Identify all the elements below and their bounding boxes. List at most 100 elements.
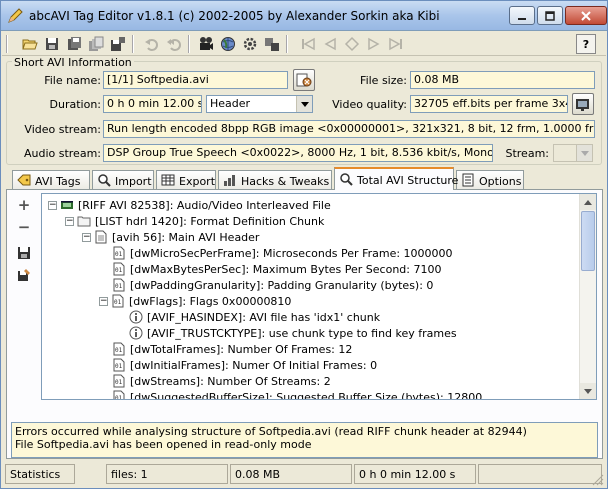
tree-node-label: [AVIF_HASINDEX]: AVI file has 'idx1' chu… (147, 310, 381, 324)
bits-icon: 01 (112, 374, 126, 388)
tree-node-label: [LIST hdrl 1420]: Format Definition Chun… (95, 214, 325, 228)
status-empty-panel (478, 464, 602, 484)
globe-icon[interactable] (218, 34, 238, 54)
tree-node[interactable]: [AVIF_TRUSTCKTYPE]: use chunk type to fi… (116, 325, 457, 341)
bits-icon: 01 (112, 390, 126, 399)
tree-node[interactable]: [AVIF_HASINDEX]: AVI file has 'idx1' chu… (116, 309, 380, 325)
tab-options[interactable]: Options (456, 170, 524, 189)
tag-icon (17, 173, 31, 190)
window-title: abcAVI Tag Editor v1.8.1 (c) 2002-2005 b… (29, 9, 440, 23)
svg-text:01: 01 (115, 363, 123, 370)
chevron-down-icon[interactable] (296, 96, 312, 112)
expand-plus-icon[interactable]: + (15, 196, 33, 214)
tree-node[interactable]: 01 [dwTotalFrames]: Number Of Frames: 12 (99, 341, 352, 357)
video-stream-label: Video stream: (24, 123, 101, 136)
log-line: Errors occurred while analysing structur… (15, 425, 527, 438)
title-bar[interactable]: abcAVI Tag Editor v1.8.1 (c) 2002-2005 b… (1, 1, 607, 31)
chart-icon (223, 173, 237, 190)
tree-node[interactable]: −01 [dwFlags]: Flags 0x00000810 (99, 293, 291, 309)
settings-gear-icon[interactable] (240, 34, 260, 54)
save-disk-icon[interactable] (42, 34, 62, 54)
message-log[interactable]: Errors occurred while analysing structur… (11, 422, 598, 458)
collapse-minus-icon[interactable]: − (15, 218, 33, 236)
tree-node[interactable]: 01 [dwStreams]: Number Of Streams: 2 (99, 373, 331, 389)
file-size-field[interactable]: 0.08 MB (410, 71, 595, 89)
file-name-field[interactable]: [1/1] Softpedia.avi (103, 71, 288, 89)
film-camera-icon[interactable] (196, 34, 216, 54)
tree-node[interactable]: − [LIST hdrl 1420]: Format Definition Chu… (65, 213, 324, 229)
first-icon[interactable] (298, 34, 318, 54)
next-icon[interactable] (364, 34, 384, 54)
minimize-button[interactable] (509, 6, 535, 25)
file-size-label: File size: (360, 74, 407, 87)
tree-node[interactable]: − [RIFF AVI 82538]: Audio/Video Interleav… (48, 197, 331, 213)
toolbar-separator (286, 35, 288, 53)
audio-stream-field[interactable]: DSP Group True Speech <0x0022>, 8000 Hz,… (103, 144, 493, 162)
svg-text:01: 01 (114, 299, 122, 306)
duration-mode-value: Header (210, 97, 251, 110)
svg-text:01: 01 (115, 347, 123, 354)
bits-icon: 01 (112, 262, 126, 276)
status-statistics: Statistics (5, 464, 75, 484)
collapse-toggle-icon[interactable]: − (82, 232, 91, 242)
duration-field[interactable]: 0 h 0 min 12.00 s (103, 95, 202, 113)
batch-process-icon[interactable] (262, 34, 282, 54)
save-as-icon[interactable] (15, 266, 33, 284)
collapse-toggle-icon[interactable]: − (48, 200, 57, 210)
batch-save-icon[interactable] (108, 34, 128, 54)
tree-vertical-scrollbar[interactable] (579, 194, 596, 399)
help-button[interactable]: ? (576, 34, 596, 54)
scroll-up-icon[interactable] (580, 194, 596, 210)
tree-node[interactable]: − [avih 56]: Main AVI Header (82, 229, 259, 245)
video-quality-button[interactable] (572, 93, 594, 115)
video-stream-field[interactable]: Run length encoded 8bpp RGB image <0x000… (103, 120, 595, 138)
magnifier-icon (339, 172, 353, 189)
scroll-down-icon[interactable] (580, 383, 596, 399)
tab-avi-tags[interactable]: AVI Tags (12, 170, 90, 189)
maximize-button[interactable] (537, 6, 563, 25)
film-icon (60, 198, 74, 212)
tree-node-label: [dwMicroSecPerFrame]: Microseconds Per F… (130, 246, 453, 260)
scroll-thumb[interactable] (581, 211, 595, 271)
log-line: File Softpedia.avi has been opened in re… (15, 438, 312, 451)
save-copy-icon[interactable] (64, 34, 84, 54)
chevron-down-icon[interactable] (576, 145, 592, 161)
notebook-icon (461, 173, 475, 190)
save-all-icon[interactable] (86, 34, 106, 54)
last-icon[interactable] (386, 34, 406, 54)
stream-select[interactable] (553, 144, 593, 162)
previous-icon[interactable] (320, 34, 340, 54)
svg-text:01: 01 (115, 267, 123, 274)
toolbar-grip (6, 35, 8, 53)
duration-mode-select[interactable]: Header (206, 95, 313, 113)
tree-node[interactable]: 01 [dwMicroSecPerFrame]: Microseconds Per… (99, 245, 453, 261)
collapse-toggle-icon[interactable]: − (99, 296, 108, 306)
bits-icon: 01 (112, 278, 126, 292)
resize-grip-icon[interactable] (592, 474, 604, 486)
undo-icon[interactable] (142, 34, 162, 54)
tree-node[interactable]: 01 [dwMaxBytesPerSec]: Maximum Bytes Per … (99, 261, 441, 277)
duration-label: Duration: (49, 98, 101, 111)
tree-node[interactable]: 01 [dwSuggestedBufferSize]: Suggested Buf… (99, 389, 482, 399)
page-icon (94, 230, 108, 244)
tree-node[interactable]: 01 [dwInitialFrames]: Numer Of Initial Fr… (99, 357, 377, 373)
tab-total-avi-structure[interactable]: Total AVI Structure (334, 167, 458, 190)
close-button[interactable] (565, 6, 607, 25)
tab-label: Hacks & Tweaks (241, 174, 330, 188)
tab-import[interactable]: Import (92, 170, 154, 189)
bits-icon: 01 (112, 358, 126, 372)
avi-structure-tree[interactable]: − [RIFF AVI 82538]: Audio/Video Interleav… (41, 193, 597, 400)
audio-stream-label: Audio stream: (23, 147, 101, 160)
tab-export[interactable]: Export (156, 170, 216, 189)
video-quality-field[interactable]: 32705 eff.bits per frame 3x4 (410, 95, 568, 113)
collapse-toggle-icon[interactable]: − (65, 216, 74, 226)
tab-hacks-tweaks[interactable]: Hacks & Tweaks (218, 170, 332, 189)
tab-label: AVI Tags (35, 174, 81, 188)
undo-all-icon[interactable] (164, 34, 184, 54)
status-bar: Statistics files: 1 0.08 MB 0 h 0 min 12… (2, 461, 606, 488)
tree-node[interactable]: 01 [dwPaddingGranularity]: Padding Granul… (99, 277, 433, 293)
open-folder-icon[interactable] (20, 34, 40, 54)
save-disk-icon[interactable] (15, 244, 33, 262)
diamond-icon[interactable] (342, 34, 362, 54)
file-name-label: File name: (44, 74, 101, 87)
